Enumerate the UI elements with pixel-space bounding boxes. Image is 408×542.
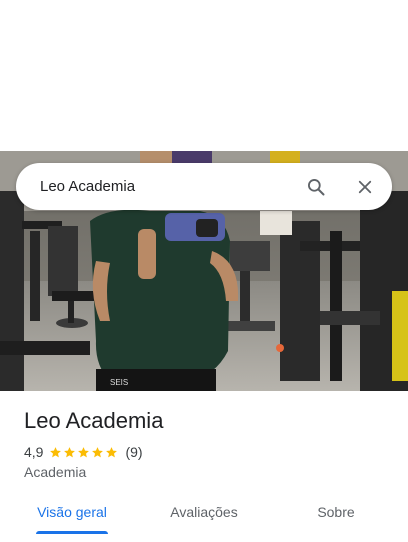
rating-row[interactable]: 4,9 (9)	[24, 441, 143, 463]
star-icon	[78, 446, 90, 457]
tab-reviews[interactable]: Avaliações	[156, 490, 252, 534]
review-count: (9)	[125, 444, 143, 460]
star-icon	[50, 446, 62, 457]
place-title: Leo Academia	[24, 408, 164, 433]
star-icon	[64, 446, 76, 457]
tab-overview[interactable]: Visão geral	[24, 490, 120, 534]
place-tabs: Visão geral Avaliações Sobre	[0, 490, 408, 542]
close-button[interactable]	[351, 173, 378, 200]
search-icon	[307, 178, 324, 195]
search-bar[interactable]: Leo Academia	[16, 163, 392, 210]
place-category[interactable]: Academia	[24, 462, 86, 482]
tab-about[interactable]: Sobre	[294, 490, 378, 534]
svg-text:SEIS: SEIS	[110, 378, 128, 387]
star-rating	[49, 446, 119, 459]
search-input[interactable]: Leo Academia	[40, 163, 135, 210]
map-blank-area	[0, 0, 408, 151]
star-icon	[106, 446, 118, 457]
active-tab-indicator	[36, 531, 108, 534]
close-icon	[358, 180, 371, 193]
search-button[interactable]	[302, 173, 329, 200]
star-icon	[92, 446, 104, 457]
rating-value: 4,9	[24, 444, 44, 460]
